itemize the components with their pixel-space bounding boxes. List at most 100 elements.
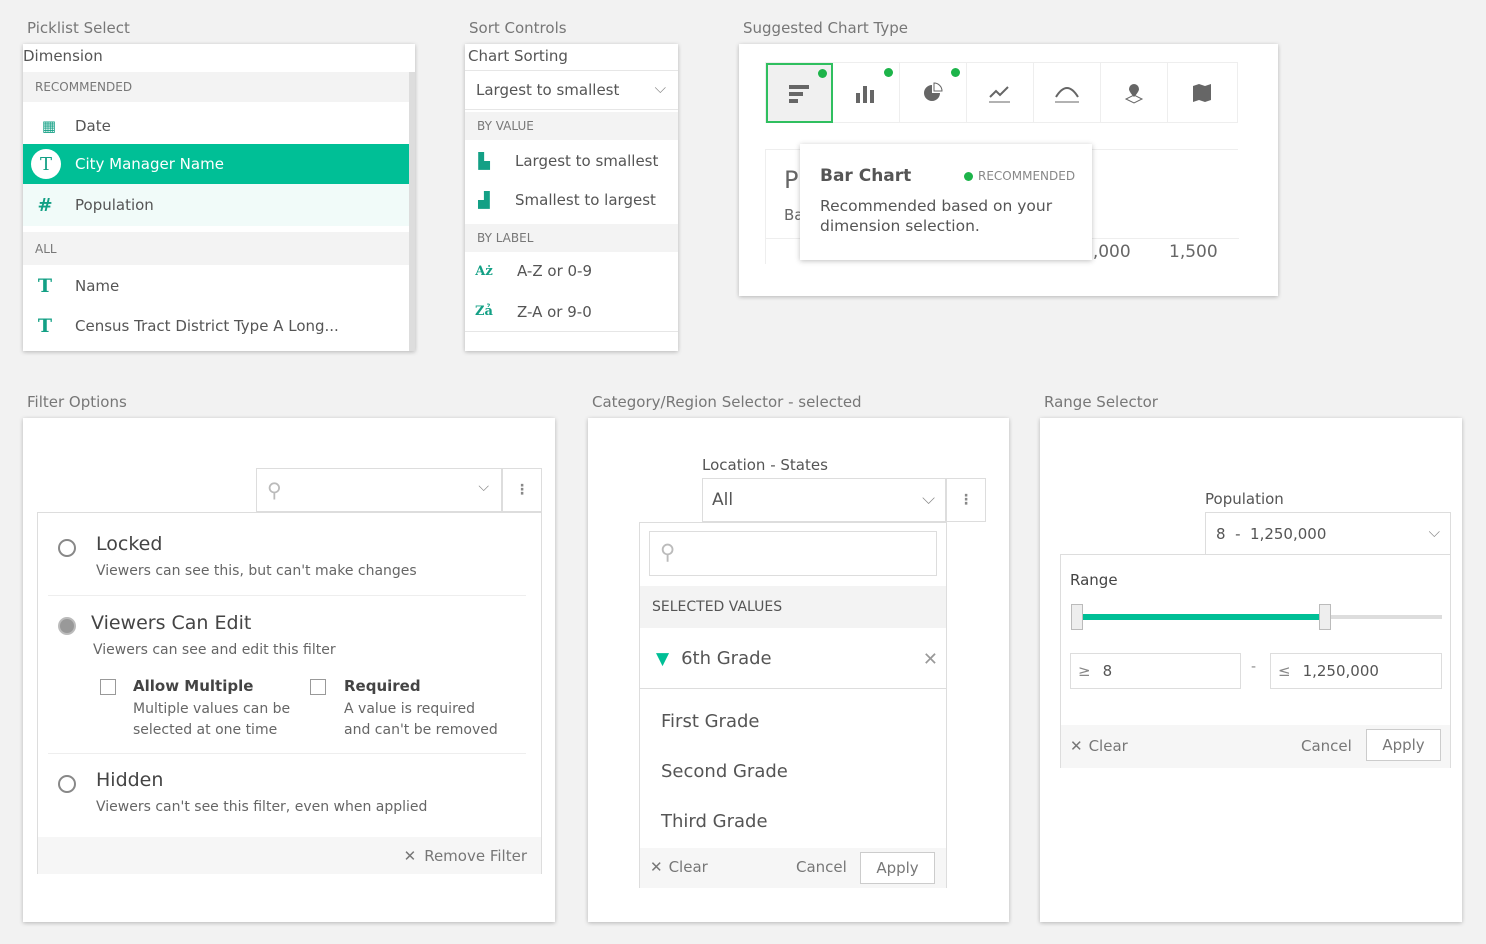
- selected-value-item[interactable]: ▼ 6th Grade ✕: [640, 629, 946, 689]
- option-desc: Viewers can see this, but can't make cha…: [96, 563, 417, 579]
- value-item[interactable]: Third Grade: [661, 801, 768, 841]
- recommended-header: RECOMMENDED: [23, 72, 409, 102]
- apply-button[interactable]: Apply: [1366, 729, 1441, 761]
- sort-selected-value: Largest to smallest: [476, 81, 620, 99]
- location-label: Location - States: [702, 456, 828, 474]
- selected-values-header: SELECTED VALUES: [640, 586, 946, 628]
- cancel-button[interactable]: Cancel: [1301, 737, 1352, 755]
- category-dropdown-menu: ⚲ SELECTED VALUES ▼ 6th Grade ✕ First Grad…: [639, 522, 947, 888]
- population-dropdown[interactable]: 8 - 1,250,000 ⌵: [1205, 512, 1451, 555]
- region-map-icon[interactable]: [1168, 63, 1235, 123]
- population-selected: 8 - 1,250,000: [1216, 524, 1327, 543]
- list-item-population[interactable]: # Population: [23, 184, 409, 226]
- sort-az-icon: Aż: [475, 263, 493, 279]
- range-min-handle[interactable]: [1071, 604, 1083, 630]
- option-label: A-Z or 0-9: [517, 262, 592, 280]
- range-min-input[interactable]: ≥8: [1070, 653, 1241, 689]
- picklist-section-title: Picklist Select: [27, 19, 130, 37]
- list-item-census-tract[interactable]: T Census Tract District Type A Long...: [23, 306, 409, 346]
- sort-option-largest[interactable]: ▙ Largest to smallest: [465, 142, 678, 180]
- calendar-icon: ▦: [41, 117, 57, 135]
- tooltip-title: Bar Chart: [820, 166, 912, 186]
- filter-panel: ⚲ ⌵ ⋮ Locked Viewers can see this, but ca…: [23, 418, 555, 922]
- range-label: Range: [1070, 571, 1118, 589]
- sort-panel: Chart Sorting Largest to smallest ⌵ BY VA…: [465, 44, 678, 351]
- clear-button[interactable]: ✕ Clear: [1070, 737, 1128, 755]
- search-icon: ⚲: [660, 540, 676, 564]
- by-value-header: BY VALUE: [465, 112, 678, 140]
- chart-sorting-label: Chart Sorting: [468, 47, 568, 65]
- apply-button[interactable]: Apply: [860, 852, 935, 884]
- sort-option-za[interactable]: Zả Z-A or 9-0: [465, 292, 678, 332]
- by-label-header: BY LABEL: [465, 224, 678, 252]
- radio-hidden[interactable]: [58, 775, 76, 793]
- category-footer: ✕ Clear Cancel Apply: [640, 848, 946, 888]
- value-item[interactable]: First Grade: [661, 701, 759, 741]
- pie-chart-icon[interactable]: [900, 63, 967, 123]
- radio-viewers-can-edit[interactable]: [58, 617, 76, 635]
- list-item-name[interactable]: T Name: [23, 266, 409, 306]
- range-max-input[interactable]: ≤1,250,000: [1270, 653, 1442, 689]
- option-desc: Viewers can see and edit this filter: [93, 642, 336, 658]
- allow-multiple-label: Allow Multiple: [133, 677, 254, 695]
- category-search-input[interactable]: ⚲: [649, 531, 937, 576]
- chevron-down-icon: ⌵: [922, 489, 935, 509]
- number-type-icon: #: [37, 194, 53, 216]
- range-panel: Population 8 - 1,250,000 ⌵ Range ≥8 - ≤1,…: [1040, 418, 1462, 922]
- option-label: Smallest to largest: [515, 191, 656, 209]
- filter-section-title: Filter Options: [27, 393, 127, 411]
- all-header: ALL: [23, 232, 409, 265]
- map-pin-icon[interactable]: [1101, 63, 1168, 123]
- clear-label: Clear: [1088, 737, 1128, 755]
- location-dropdown[interactable]: All ⌵: [702, 478, 946, 522]
- area-chart-icon[interactable]: [1034, 63, 1101, 123]
- tooltip-text: Recommended based on your dimension sele…: [820, 197, 1053, 235]
- option-title: Hidden: [96, 769, 164, 791]
- radio-locked[interactable]: [58, 539, 76, 557]
- allow-multiple-desc: Multiple values can be selected at one t…: [133, 701, 291, 738]
- chevron-down-icon: ⌵: [654, 79, 666, 97]
- value-item[interactable]: Second Grade: [661, 751, 788, 791]
- list-item-date[interactable]: ▦ Date: [23, 106, 409, 146]
- sort-descending-icon: ▙: [478, 152, 490, 170]
- sort-dropdown[interactable]: Largest to smallest ⌵: [465, 70, 678, 110]
- required-desc: A value is required and can't be removed: [344, 701, 498, 738]
- option-label: Largest to smallest: [515, 152, 659, 170]
- range-popover: Range ≥8 - ≤1,250,000 ✕ Clear Cancel Appl…: [1060, 554, 1451, 768]
- more-options-icon[interactable]: ⋮: [502, 468, 542, 512]
- line-chart-icon[interactable]: [967, 63, 1034, 123]
- clear-button[interactable]: ✕ Clear: [650, 858, 708, 876]
- remove-filter-button[interactable]: ✕ Remove Filter: [38, 837, 541, 874]
- filter-options-menu: Locked Viewers can see this, but can't m…: [37, 512, 542, 874]
- more-options-icon[interactable]: ⋮: [946, 478, 986, 522]
- required-label: Required: [344, 677, 421, 695]
- scrollbar[interactable]: [409, 72, 415, 351]
- allow-multiple-checkbox[interactable]: [100, 679, 116, 695]
- clear-label: Clear: [668, 858, 708, 876]
- filter-search-dropdown[interactable]: ⚲ ⌵: [256, 468, 502, 512]
- recommended-dot-icon: [964, 172, 973, 181]
- sort-section-title: Sort Controls: [469, 19, 567, 37]
- picklist-panel: Dimension RECOMMENDED ▦ Date T City Manage…: [23, 44, 415, 351]
- preview-title: P: [784, 166, 799, 194]
- selected-value-label: 6th Grade: [681, 648, 772, 669]
- range-max-handle[interactable]: [1319, 604, 1332, 630]
- category-section-title: Category/Region Selector - selected: [592, 393, 862, 411]
- cancel-button[interactable]: Cancel: [796, 858, 847, 876]
- option-label: Z-A or 9-0: [517, 302, 592, 321]
- population-label: Population: [1205, 490, 1284, 508]
- required-checkbox[interactable]: [310, 679, 326, 695]
- item-label: City Manager Name: [75, 155, 224, 173]
- list-item-city-manager-name[interactable]: T City Manager Name: [23, 144, 409, 184]
- sort-option-smallest[interactable]: ▟ Smallest to largest: [465, 181, 678, 219]
- filter-icon: ▼: [656, 648, 670, 669]
- column-chart-icon[interactable]: [833, 63, 900, 123]
- close-icon[interactable]: ✕: [923, 649, 938, 670]
- sort-option-az[interactable]: Aż A-Z or 0-9: [465, 251, 678, 291]
- option-title: Viewers Can Edit: [91, 612, 252, 634]
- text-type-icon: T: [31, 149, 61, 179]
- option-desc: Viewers can't see this filter, even when…: [96, 799, 428, 815]
- dimension-label: Dimension: [23, 47, 103, 65]
- close-icon: ✕: [1070, 737, 1083, 755]
- horizontal-bar-chart-icon[interactable]: [766, 63, 833, 123]
